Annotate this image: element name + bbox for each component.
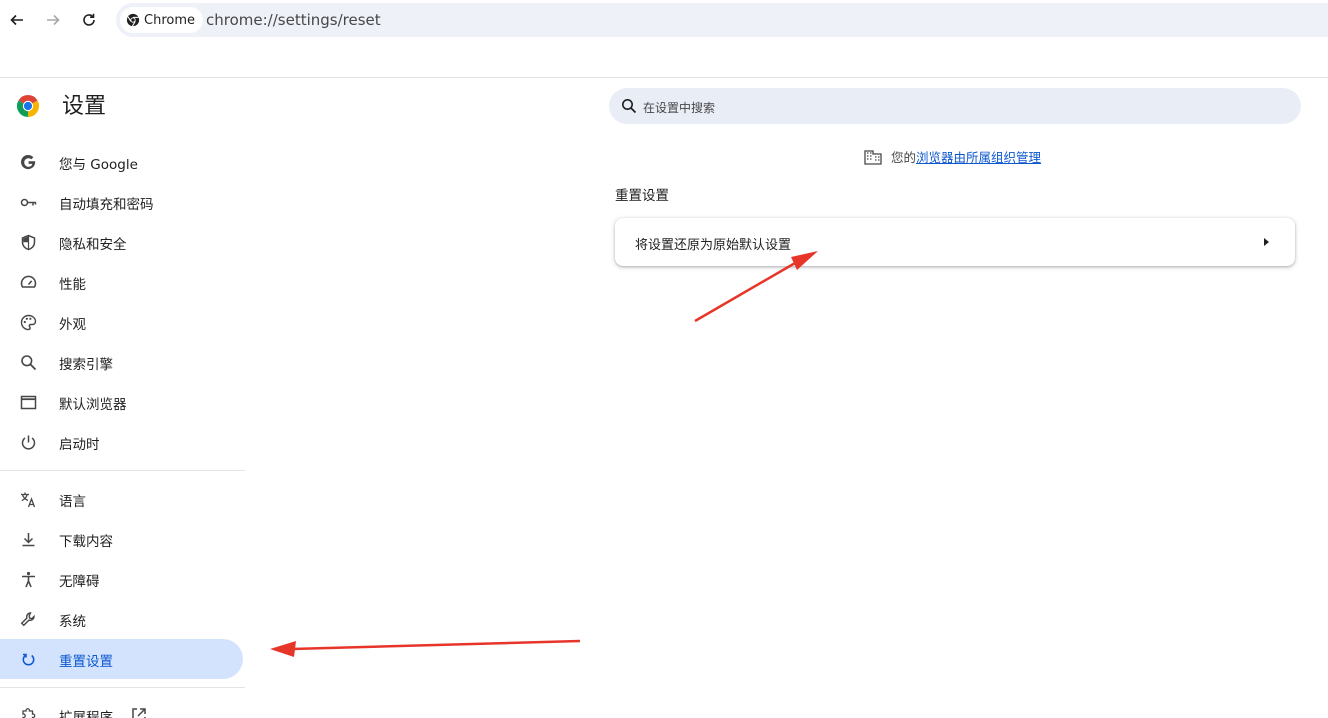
restore-defaults-row[interactable]: 将设置还原为原始默认设置 xyxy=(615,218,1295,266)
restore-defaults-label: 将设置还原为原始默认设置 xyxy=(635,238,792,253)
forward-button[interactable] xyxy=(40,6,66,34)
sidebar-item-label: 下载内容 xyxy=(59,534,113,550)
sidebar-item-label: 搜索引擎 xyxy=(59,357,113,373)
sidebar-item-label: 系统 xyxy=(59,614,86,630)
translate-icon xyxy=(20,491,37,508)
sidebar-item-label: 无障碍 xyxy=(59,574,100,590)
sidebar-item-label: 启动时 xyxy=(59,437,100,453)
managed-prefix: 您的 xyxy=(891,150,917,165)
reload-icon xyxy=(83,13,95,26)
power-icon xyxy=(20,434,37,451)
search-icon xyxy=(20,354,37,371)
sidebar-divider xyxy=(0,687,245,688)
sidebar-item-search-engine[interactable]: 搜索引擎 xyxy=(0,342,243,382)
sidebar-item-label: 重置设置 xyxy=(59,654,113,670)
shield-icon xyxy=(20,234,37,251)
sidebar-item-accessibility[interactable]: 无障碍 xyxy=(0,559,243,599)
sidebar-item-label: 语言 xyxy=(59,494,86,510)
google-icon xyxy=(20,154,37,171)
reset-icon xyxy=(20,651,37,668)
site-chip-label: Chrome xyxy=(144,12,195,28)
site-chip[interactable]: Chrome xyxy=(120,7,203,33)
sidebar-item-reset-settings[interactable]: 重置设置 xyxy=(0,639,243,679)
settings-search[interactable]: 在设置中搜索 xyxy=(609,88,1301,124)
url-text[interactable]: chrome://settings/reset xyxy=(206,11,381,29)
chrome-logo-icon xyxy=(16,95,40,117)
triangle-right-icon xyxy=(1264,238,1269,246)
reload-button[interactable] xyxy=(76,6,102,34)
sidebar-item-label: 外观 xyxy=(59,317,86,333)
sidebar-item-autofill[interactable]: 自动填充和密码 xyxy=(0,182,243,222)
page-title: 设置 xyxy=(62,94,107,119)
palette-icon xyxy=(20,314,37,331)
sidebar-item-downloads[interactable]: 下载内容 xyxy=(0,519,243,559)
sidebar-item-performance[interactable]: 性能 xyxy=(0,262,243,302)
sidebar-divider xyxy=(0,470,245,471)
chrome-icon xyxy=(126,13,140,27)
sidebar-item-on-startup[interactable]: 启动时 xyxy=(0,422,243,462)
building-icon xyxy=(864,149,882,165)
back-arrow-icon xyxy=(10,14,23,26)
sidebar-item-privacy[interactable]: 隐私和安全 xyxy=(0,222,243,262)
sidebar-item-label: 默认浏览器 xyxy=(59,397,127,413)
speedometer-icon xyxy=(20,274,37,291)
sidebar-item-languages[interactable]: 语言 xyxy=(0,479,243,519)
sidebar-item-label: 隐私和安全 xyxy=(59,237,127,253)
key-icon xyxy=(20,194,37,211)
settings-header: 设置 xyxy=(16,94,106,119)
browser-window-icon xyxy=(20,394,37,411)
sidebar-item-label: 自动填充和密码 xyxy=(59,197,154,213)
sidebar-item-you-and-google[interactable]: 您与 Google xyxy=(0,142,243,182)
accessibility-icon xyxy=(20,571,37,588)
external-link-icon xyxy=(131,707,147,718)
forward-arrow-icon xyxy=(47,14,60,26)
managed-link[interactable]: 浏览器由所属组织管理 xyxy=(916,150,1041,165)
sidebar-item-extensions[interactable]: 扩展程序 xyxy=(0,695,243,718)
annotation-arrow-sidebar xyxy=(270,639,581,657)
back-button[interactable] xyxy=(4,6,30,34)
address-bar[interactable]: Chrome chrome://settings/reset xyxy=(116,3,1328,37)
section-title: 重置设置 xyxy=(615,188,669,204)
sidebar-item-system[interactable]: 系统 xyxy=(0,599,243,639)
search-placeholder: 在设置中搜索 xyxy=(643,101,716,115)
toolbar-divider xyxy=(0,77,1328,78)
search-icon xyxy=(622,99,637,114)
sidebar-item-label: 性能 xyxy=(59,277,86,293)
browser-toolbar: Chrome chrome://settings/reset xyxy=(0,0,1328,40)
puzzle-icon xyxy=(20,707,37,718)
download-icon xyxy=(20,531,37,548)
wrench-icon xyxy=(20,611,37,628)
sidebar-item-label: 您与 Google xyxy=(59,157,138,173)
managed-notice: 您的浏览器由所属组织管理 xyxy=(864,147,1041,166)
sidebar-item-label: 扩展程序 xyxy=(59,710,113,718)
sidebar-item-default-browser[interactable]: 默认浏览器 xyxy=(0,382,243,422)
sidebar-item-appearance[interactable]: 外观 xyxy=(0,302,243,342)
